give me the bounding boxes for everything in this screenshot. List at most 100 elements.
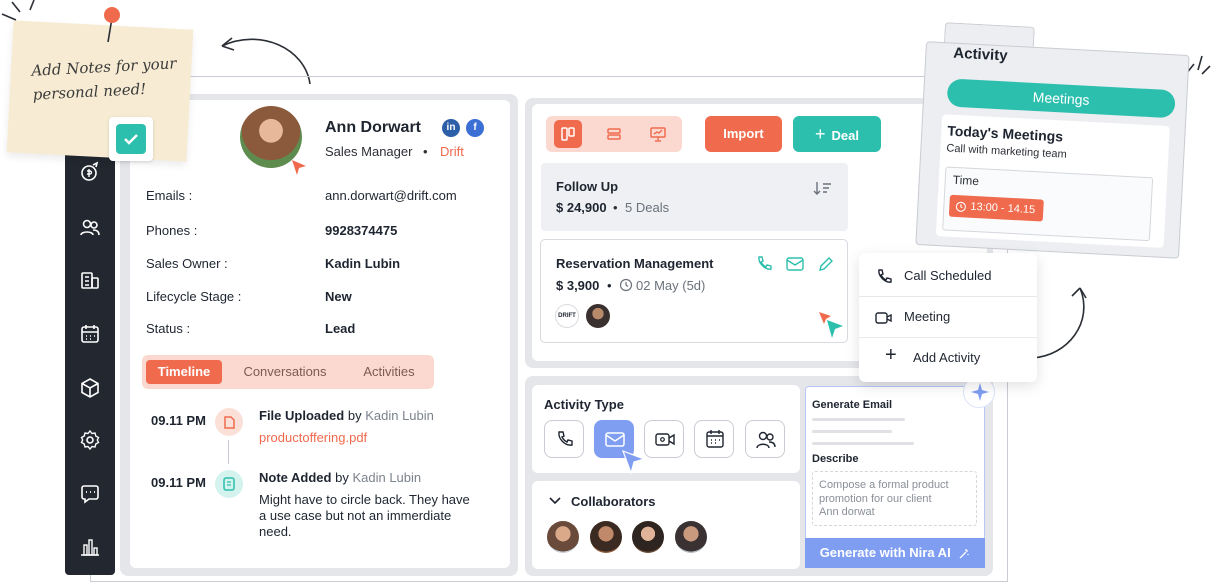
skeleton-line — [812, 430, 892, 433]
linkedin-icon[interactable]: in — [442, 119, 460, 137]
folder-title: Activity — [952, 44, 1008, 65]
field-value-owner[interactable]: Kadin Lubin — [325, 256, 400, 271]
plus-icon: + — [885, 344, 897, 366]
chat-icon[interactable] — [78, 482, 102, 506]
menu-item-meeting[interactable]: Meeting — [859, 297, 1037, 338]
tab-activities[interactable]: Activities — [348, 360, 430, 384]
edit-icon[interactable] — [817, 255, 835, 273]
note-text-line: need. — [259, 524, 292, 539]
deal-date: 02 May (5d) — [636, 278, 706, 293]
collaborators-title[interactable]: Collaborators — [571, 494, 656, 509]
timeline-event: Note Added — [259, 470, 332, 485]
arrow-doodle-right — [1031, 287, 1087, 359]
field-label-phones: Phones : — [146, 223, 198, 238]
stage-sep: • — [613, 200, 618, 215]
timeline-user[interactable]: Kadin Lubin — [352, 470, 421, 485]
collaborator-avatar[interactable] — [547, 521, 579, 553]
deal-amount: $ 3,900 — [556, 278, 600, 293]
field-value-status[interactable]: Lead — [325, 321, 355, 336]
list-view-button[interactable] — [600, 120, 628, 148]
call-type-button[interactable] — [544, 420, 584, 458]
tab-timeline[interactable]: Timeline — [146, 360, 222, 384]
note-text-line: a use case but not an immerdiate — [259, 508, 452, 523]
timeline-entry: Note Added by Kadin Lubin — [259, 469, 421, 486]
meeting-type-button[interactable] — [745, 420, 785, 458]
field-label-status: Status : — [146, 321, 191, 336]
owner-avatar — [586, 304, 610, 328]
describe-line: Compose a formal product — [819, 479, 949, 491]
file-link[interactable]: productoffering.pdf — [259, 429, 367, 446]
import-button[interactable]: Import — [705, 116, 782, 152]
deal-card[interactable]: Reservation Management $ 3,900 • 02 May … — [540, 239, 848, 343]
plus-icon: + — [815, 124, 826, 144]
skeleton-line — [812, 418, 905, 421]
menu-item-label: Meeting — [904, 309, 951, 324]
describe-line: Ann dorwat — [819, 506, 875, 518]
timeline-user[interactable]: Kadin Lubin — [365, 408, 434, 423]
meeting-subtitle: Call with marketing team — [946, 142, 1067, 161]
describe-line: promotion for our client — [819, 492, 932, 505]
field-value-phones[interactable]: 9928374475 — [325, 223, 397, 238]
clock-icon — [955, 201, 967, 213]
phone-icon[interactable] — [755, 255, 773, 273]
collaborator-avatar[interactable] — [675, 521, 707, 553]
contacts-icon[interactable] — [78, 215, 102, 239]
chevron-down-icon[interactable] — [548, 494, 562, 508]
forecast-view-button[interactable] — [644, 120, 672, 148]
stage-deal-count: 5 Deals — [625, 200, 670, 215]
generate-nira-ai-button[interactable]: Generate with Nira AI — [805, 538, 985, 568]
role-separator: • — [423, 144, 428, 159]
add-deal-button[interactable]: + Deal — [793, 116, 881, 152]
deal-name: Reservation Management — [556, 256, 714, 271]
sticky-note-text: Add Notes for your personal need! — [31, 51, 179, 107]
deal-sep: • — [607, 278, 612, 293]
companies-icon[interactable] — [78, 268, 102, 292]
event-type-button[interactable] — [694, 420, 734, 458]
file-icon — [215, 408, 243, 436]
email-icon[interactable] — [785, 255, 805, 273]
field-value-emails[interactable]: ann.dorwart@drift.com — [325, 188, 457, 203]
field-value-lifecycle[interactable]: New — [325, 289, 352, 304]
field-label-lifecycle: Lifecycle Stage : — [146, 289, 242, 304]
add-deal-label: Deal — [831, 128, 859, 143]
timeline-time: 09.11 PM — [151, 475, 206, 490]
stage-column-header: Follow Up $ 24,900 • 5 Deals — [541, 163, 848, 231]
reports-icon[interactable] — [78, 535, 102, 559]
generate-nira-ai-label: Generate with Nira AI — [819, 545, 951, 560]
cursor-icon — [819, 312, 843, 338]
sort-icon[interactable] — [813, 180, 833, 196]
contact-role: Sales Manager — [325, 144, 413, 159]
note-text-line: Might have to circle back. They have — [259, 492, 470, 507]
meetings-heading: Today's Meetings — [946, 122, 1064, 145]
menu-item-call-scheduled[interactable]: Call Scheduled — [859, 256, 1037, 297]
menu-item-add-activity[interactable]: + Add Activity — [859, 338, 1037, 379]
activity-menu: Call Scheduled Meeting + Add Activity — [859, 253, 1037, 382]
describe-input[interactable]: Compose a formal product promotion for o… — [812, 471, 977, 526]
calendar-icon[interactable] — [78, 322, 102, 346]
company-logo: DRIFT — [555, 304, 579, 328]
kanban-view-button[interactable] — [554, 120, 582, 148]
products-icon[interactable] — [78, 376, 102, 400]
contact-company[interactable]: Drift — [440, 144, 464, 159]
deals-icon[interactable] — [78, 160, 102, 184]
checkbox[interactable] — [109, 117, 153, 161]
contact-name: Ann Dorwart — [325, 119, 421, 136]
timeline-time: 09.11 PM — [151, 413, 206, 428]
time-value: 13:00 - 14.15 — [970, 200, 1036, 217]
activity-folder-card: Activity Meetings Today's Meetings Call … — [915, 21, 1190, 259]
collaborator-avatar[interactable] — [632, 521, 664, 553]
menu-item-label: Add Activity — [913, 350, 981, 365]
stage-name: Follow Up — [556, 179, 619, 194]
field-label-owner: Sales Owner : — [146, 256, 228, 271]
meeting-card[interactable]: Today's Meetings Call with marketing tea… — [935, 114, 1170, 248]
tab-conversations[interactable]: Conversations — [232, 360, 338, 384]
note-icon — [215, 470, 243, 498]
field-label-emails: Emails : — [146, 188, 193, 203]
facebook-icon[interactable]: f — [466, 119, 484, 137]
view-toggle — [546, 116, 682, 152]
timeline-by: by — [347, 408, 362, 423]
timeline-by: by — [335, 470, 349, 485]
settings-icon[interactable] — [78, 428, 102, 452]
collaborator-avatar[interactable] — [590, 521, 622, 553]
video-type-button[interactable] — [644, 420, 684, 458]
